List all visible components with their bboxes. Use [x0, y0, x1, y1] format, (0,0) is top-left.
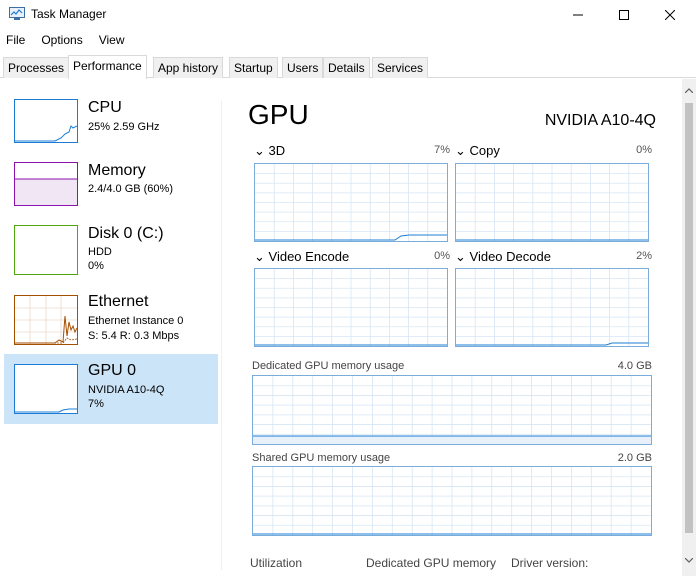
sidebar-item-detail: S: 5.4 R: 0.3 Mbps [88, 330, 180, 342]
tab-services[interactable]: Services [372, 57, 429, 78]
sidebar-item-memory[interactable]: Memory 2.4/4.0 GB (60%) [4, 156, 218, 224]
graph-video-encode [254, 268, 448, 347]
sidebar-item-ethernet[interactable]: Ethernet Ethernet Instance 0 S: 5.4 R: 0… [4, 289, 218, 357]
performance-sidebar: CPU 25% 2.59 GHz Memory 2.4/4.0 GB (60%)… [0, 79, 222, 576]
sidebar-item-title: Disk 0 (C:) [88, 225, 164, 242]
graph-copy [455, 163, 649, 242]
tab-performance[interactable]: Performance [68, 55, 147, 79]
shared-memory-max: 2.0 GB [617, 452, 652, 464]
menu-bar: File Options View [0, 31, 133, 51]
sidebar-item-detail: 2.4/4.0 GB (60%) [88, 183, 173, 195]
gpu-detail-panel: GPU NVIDIA A10-4Q ⌄ 3D 7% ⌄ Copy 0% ⌄ Vi… [222, 79, 682, 576]
close-button[interactable] [647, 0, 693, 30]
disk-thumbnail-graph [14, 225, 78, 275]
sidebar-item-title: GPU 0 [88, 362, 137, 379]
shared-memory-label: Shared GPU memory usage [252, 452, 391, 464]
graph-shared-memory [252, 466, 652, 536]
sidebar-item-cpu[interactable]: CPU 25% 2.59 GHz [4, 89, 218, 157]
graph-dedicated-memory [252, 375, 652, 445]
page-title: GPU [248, 99, 309, 130]
graph-3d [254, 163, 448, 242]
menu-view[interactable]: View [91, 31, 133, 51]
task-manager-icon [9, 7, 25, 21]
chevron-down-icon: ⌄ [254, 143, 269, 158]
graph-video-decode [455, 268, 649, 347]
tab-users[interactable]: Users [282, 57, 324, 78]
sidebar-item-detail: 7% [88, 398, 104, 410]
dedicated-gpu-memory-label: Dedicated GPU memory [366, 556, 497, 570]
menu-file[interactable]: File [0, 31, 33, 51]
chevron-down-icon: ⌄ [455, 143, 470, 158]
engine-selector-3d[interactable]: ⌄ 3D [254, 143, 285, 159]
sidebar-item-title: CPU [88, 99, 122, 116]
dedicated-memory-label: Dedicated GPU memory usage [252, 360, 405, 372]
sidebar-item-detail: NVIDIA A10-4Q [88, 384, 165, 396]
scrollbar-thumb[interactable] [685, 103, 693, 533]
sidebar-item-title: Ethernet [88, 293, 149, 310]
dedicated-memory-max: 4.0 GB [617, 360, 652, 372]
ethernet-thumbnail-graph [14, 295, 78, 345]
tab-processes[interactable]: Processes [3, 57, 70, 78]
engine-value: 2% [636, 250, 652, 262]
sidebar-item-detail: 0% [88, 260, 104, 272]
scroll-down-icon[interactable] [682, 553, 696, 567]
scroll-up-icon[interactable] [682, 83, 696, 97]
chevron-down-icon: ⌄ [254, 249, 269, 264]
chevron-down-icon: ⌄ [455, 249, 470, 264]
vertical-scrollbar[interactable] [682, 79, 696, 576]
gpu-model-name: NVIDIA A10-4Q [544, 112, 656, 129]
title-bar: Task Manager [0, 0, 696, 30]
menu-options[interactable]: Options [33, 31, 90, 51]
tab-app-history[interactable]: App history [153, 57, 224, 78]
engine-value: 0% [434, 250, 450, 262]
driver-version-label: Driver version: [511, 556, 589, 570]
gpu-thumbnail-graph [14, 364, 78, 414]
memory-thumbnail-graph [14, 162, 78, 206]
sidebar-item-detail: Ethernet Instance 0 [88, 315, 184, 327]
sidebar-item-title: Memory [88, 162, 146, 179]
sidebar-item-detail: 25% 2.59 GHz [88, 121, 160, 133]
utilization-label: Utilization [250, 556, 303, 570]
sidebar-item-disk[interactable]: Disk 0 (C:) HDD 0% [4, 221, 218, 289]
sidebar-item-detail: HDD [88, 246, 112, 258]
cpu-thumbnail-graph [14, 99, 78, 143]
engine-selector-video-decode[interactable]: ⌄ Video Decode [455, 249, 551, 265]
engine-value: 7% [434, 144, 450, 156]
tab-bar: Processes Performance App history Startu… [0, 55, 696, 79]
engine-selector-video-encode[interactable]: ⌄ Video Encode [254, 249, 349, 265]
minimize-button[interactable] [555, 0, 601, 30]
tab-details[interactable]: Details [323, 57, 370, 78]
sidebar-item-gpu[interactable]: GPU 0 NVIDIA A10-4Q 7% [4, 354, 218, 424]
window-title: Task Manager [31, 7, 107, 21]
tab-startup[interactable]: Startup [229, 57, 278, 78]
maximize-button[interactable] [601, 0, 647, 30]
engine-selector-copy[interactable]: ⌄ Copy [455, 143, 500, 159]
engine-value: 0% [636, 144, 652, 156]
